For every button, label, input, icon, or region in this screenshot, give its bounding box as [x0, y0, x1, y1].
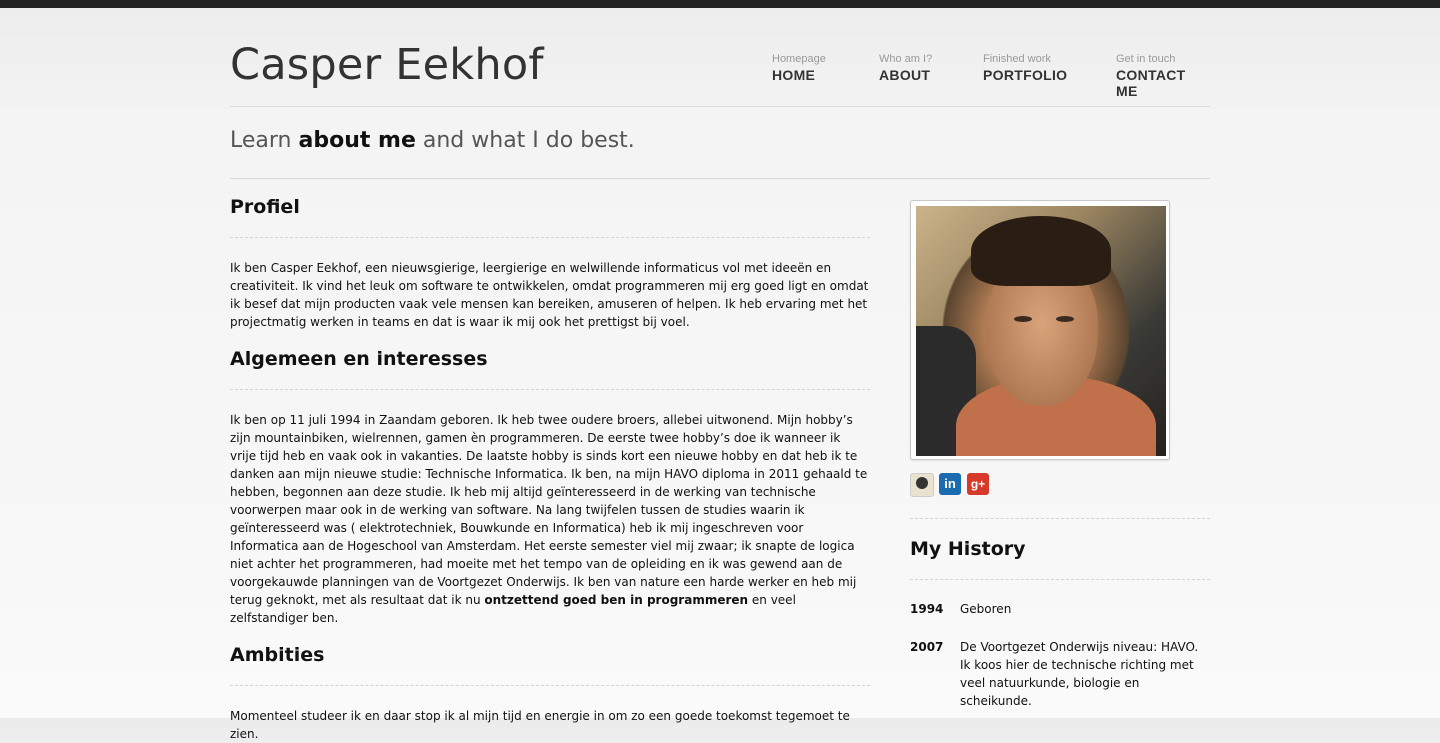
nav-contact-sub: Get in touch: [1116, 53, 1176, 65]
nav-about-label: ABOUT: [879, 67, 931, 83]
sidebar-divider: [910, 518, 1210, 519]
history-year: 2007: [910, 640, 944, 654]
tagline-divider: [230, 178, 1210, 179]
nav-portfolio[interactable]: Finished work PORTFOLIO: [983, 53, 1067, 83]
photo-eye: [1056, 316, 1074, 322]
profile-photo-frame: [910, 200, 1170, 460]
section-heading-profiel: Profiel: [230, 196, 300, 218]
linkedin-icon[interactable]: in: [939, 473, 961, 495]
section-text-algemeen: Ik ben op 11 juli 1994 in Zaandam gebore…: [230, 411, 870, 627]
section-text-algemeen-bold: ontzettend goed ben in programmeren: [484, 593, 749, 607]
photo-eye: [1014, 316, 1032, 322]
history-text: De Voortgezet Onderwijs niveau: HAVO. Ik…: [960, 640, 1199, 708]
nav-contact-label: CONTACT ME: [1116, 67, 1186, 99]
site-title[interactable]: Casper Eekhof: [230, 40, 544, 90]
history-text: Geboren: [960, 602, 1012, 616]
history-title: My History: [910, 538, 1026, 560]
section-text-ambities: Momenteel studeer ik en daar stop ik al …: [230, 709, 850, 741]
nav-contact[interactable]: Get in touch CONTACT ME: [1116, 53, 1210, 99]
nav-home-label: HOME: [772, 67, 816, 83]
googleplus-icon[interactable]: g+: [967, 473, 989, 495]
nav-portfolio-sub: Finished work: [983, 53, 1051, 65]
section-text-profiel: Ik ben Casper Eekhof, een nieuwsgierige,…: [230, 261, 869, 329]
github-icon[interactable]: [910, 473, 934, 497]
tagline-pre: Learn: [230, 128, 299, 153]
tagline-bold: about me: [298, 128, 416, 153]
section-divider: [230, 685, 870, 686]
main-content: Profiel Ik ben Casper Eekhof, een nieuws…: [230, 196, 870, 743]
history-year: 1994: [910, 602, 944, 616]
profile-photo: [916, 206, 1166, 456]
section-heading-ambities: Ambities: [230, 644, 325, 666]
nav-about[interactable]: Who am I? ABOUT: [879, 53, 932, 83]
section-text-algemeen-body: Ik ben op 11 juli 1994 in Zaandam gebore…: [230, 413, 868, 607]
nav-home[interactable]: Homepage HOME: [772, 53, 826, 83]
top-bar: [0, 0, 1440, 8]
section-divider: [230, 237, 870, 238]
nav-about-sub: Who am I?: [879, 53, 933, 65]
section-heading-algemeen: Algemeen en interesses: [230, 348, 488, 370]
nav-home-sub: Homepage: [772, 53, 826, 65]
nav-portfolio-label: PORTFOLIO: [983, 67, 1068, 83]
photo-hair: [971, 216, 1111, 286]
tagline: Learn about me and what I do best.: [230, 128, 635, 153]
header-divider: [230, 106, 1210, 107]
sidebar-divider: [910, 579, 1210, 580]
tagline-post: and what I do best.: [415, 128, 635, 153]
section-divider: [230, 389, 870, 390]
